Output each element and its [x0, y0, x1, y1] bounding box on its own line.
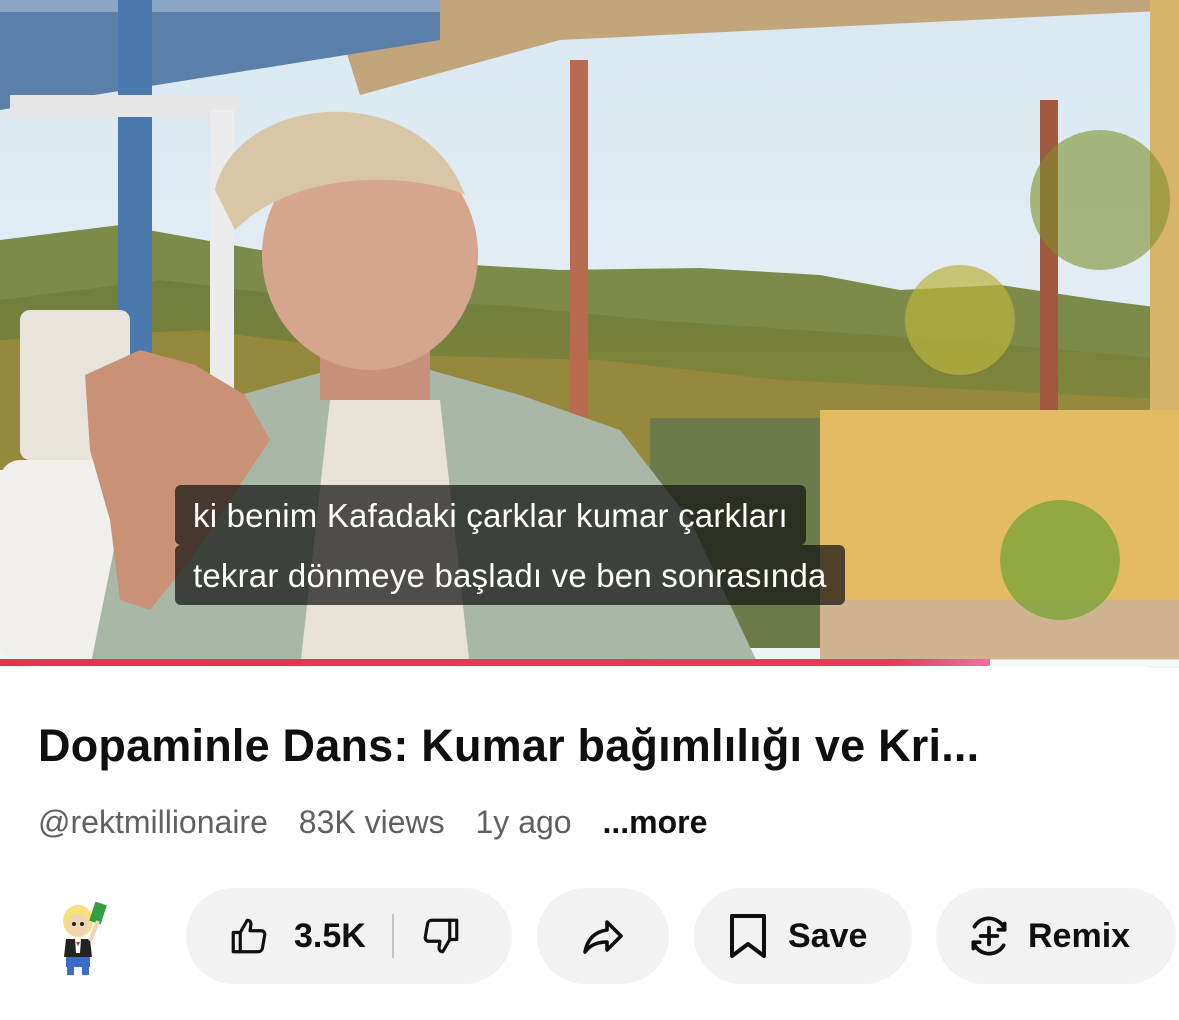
channel-avatar[interactable]	[48, 895, 114, 979]
save-button[interactable]: Save	[694, 888, 912, 984]
like-count: 3.5K	[294, 916, 366, 955]
share-arrow-icon	[579, 912, 627, 960]
thumbs-down-icon	[420, 915, 462, 957]
like-button[interactable]: 3.5K	[186, 888, 366, 984]
like-dislike-group: 3.5K	[186, 888, 512, 984]
video-player[interactable]: ki benim Kafadaki çarklar kumar çarkları…	[0, 0, 1179, 668]
caption-line-2: tekrar dönmeye başladı ve ben sonrasında	[175, 545, 845, 605]
progress-bar-played	[0, 659, 991, 666]
dislike-button[interactable]	[420, 888, 462, 984]
caption-line-1: ki benim Kafadaki çarklar kumar çarkları	[175, 485, 806, 545]
view-count: 83K views	[298, 804, 445, 840]
video-meta[interactable]: @rektmillionaire 83K views 1y ago ...mor…	[38, 804, 729, 841]
upload-age: 1y ago	[475, 804, 572, 840]
remix-icon	[964, 911, 1014, 961]
like-divider	[391, 914, 394, 958]
share-button[interactable]	[537, 888, 669, 984]
channel-handle[interactable]: @rektmillionaire	[38, 804, 268, 840]
bookmark-icon	[726, 912, 770, 960]
save-label: Save	[788, 916, 868, 955]
caption-overlay: ki benim Kafadaki çarklar kumar çarkları…	[0, 0, 1179, 668]
remix-button[interactable]: Remix	[936, 888, 1176, 984]
video-title[interactable]: Dopaminle Dans: Kumar bağımlılığı ve Kri…	[38, 720, 1148, 772]
remix-label: Remix	[1028, 916, 1131, 955]
progress-bar[interactable]	[0, 659, 1179, 666]
thumbs-up-icon	[228, 915, 270, 957]
more-link[interactable]: ...more	[602, 804, 707, 840]
